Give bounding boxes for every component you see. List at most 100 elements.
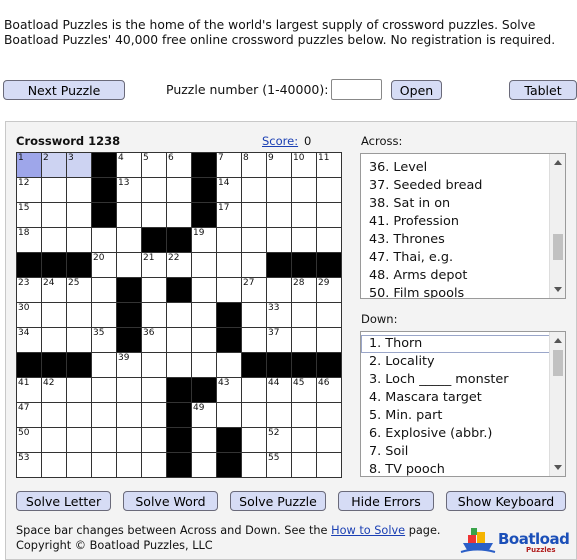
grid-cell[interactable] — [192, 353, 216, 377]
grid-cell[interactable] — [142, 353, 166, 377]
grid-cell[interactable] — [292, 178, 316, 202]
open-button[interactable]: Open — [391, 80, 442, 100]
grid-cell[interactable]: 3 — [67, 153, 91, 177]
grid-cell[interactable] — [42, 228, 66, 252]
grid-cell[interactable] — [317, 403, 341, 427]
grid-cell[interactable] — [192, 278, 216, 302]
grid-cell[interactable] — [42, 453, 66, 477]
grid-cell[interactable] — [42, 328, 66, 352]
show-keyboard-button[interactable]: Show Keyboard — [446, 491, 566, 511]
grid-cell[interactable] — [67, 328, 91, 352]
clue-item[interactable]: 50. Film spools — [361, 285, 565, 298]
grid-cell[interactable]: 43 — [217, 378, 241, 402]
grid-cell[interactable] — [292, 328, 316, 352]
grid-cell[interactable] — [267, 278, 291, 302]
grid-cell[interactable]: 6 — [167, 153, 191, 177]
grid-cell[interactable]: 8 — [242, 153, 266, 177]
grid-cell[interactable] — [117, 203, 141, 227]
clue-item[interactable]: 41. Profession — [361, 213, 565, 231]
grid-cell[interactable]: 2 — [42, 153, 66, 177]
grid-cell[interactable] — [217, 253, 241, 277]
grid-cell[interactable]: 35 — [92, 328, 116, 352]
grid-cell[interactable]: 28 — [292, 278, 316, 302]
grid-cell[interactable] — [317, 428, 341, 452]
clue-item[interactable]: 37. Seeded bread — [361, 177, 565, 195]
clue-item[interactable]: 6. Explosive (abbr.) — [361, 425, 565, 443]
solve-puzzle-button[interactable]: Solve Puzzle — [230, 491, 326, 511]
grid-cell[interactable] — [242, 403, 266, 427]
clue-item[interactable]: 3. Loch _____ monster — [361, 371, 565, 389]
across-scrollbar[interactable] — [549, 154, 565, 298]
grid-cell[interactable] — [142, 303, 166, 327]
how-to-solve-link[interactable]: How to Solve — [331, 524, 405, 537]
grid-cell[interactable] — [317, 203, 341, 227]
grid-cell[interactable] — [242, 328, 266, 352]
grid-cell[interactable] — [142, 403, 166, 427]
grid-cell[interactable] — [67, 178, 91, 202]
scroll-down-icon[interactable] — [554, 287, 562, 292]
clue-item[interactable]: 36. Level — [361, 159, 565, 177]
grid-cell[interactable]: 24 — [42, 278, 66, 302]
grid-cell[interactable]: 53 — [17, 453, 41, 477]
grid-cell[interactable]: 11 — [317, 153, 341, 177]
grid-cell[interactable]: 14 — [217, 178, 241, 202]
grid-cell[interactable] — [67, 428, 91, 452]
grid-cell[interactable]: 13 — [117, 178, 141, 202]
grid-cell[interactable] — [167, 353, 191, 377]
scroll-thumb[interactable] — [553, 350, 563, 376]
grid-cell[interactable] — [192, 453, 216, 477]
grid-cell[interactable] — [217, 228, 241, 252]
grid-cell[interactable] — [92, 303, 116, 327]
grid-cell[interactable] — [317, 453, 341, 477]
grid-cell[interactable] — [217, 353, 241, 377]
clue-item[interactable]: 1. Thorn — [361, 335, 565, 353]
grid-cell[interactable] — [142, 428, 166, 452]
grid-cell[interactable] — [192, 253, 216, 277]
grid-cell[interactable]: 55 — [267, 453, 291, 477]
grid-cell[interactable]: 9 — [267, 153, 291, 177]
grid-cell[interactable] — [67, 403, 91, 427]
across-clue-list[interactable]: 36. Level 37. Seeded bread 38. Sat in on 41… — [360, 153, 566, 299]
grid-cell[interactable] — [167, 328, 191, 352]
grid-cell[interactable] — [242, 303, 266, 327]
grid-cell[interactable] — [92, 403, 116, 427]
grid-cell[interactable]: 42 — [42, 378, 66, 402]
grid-cell[interactable] — [142, 453, 166, 477]
grid-cell[interactable] — [142, 203, 166, 227]
grid-cell[interactable] — [292, 453, 316, 477]
grid-cell[interactable] — [167, 303, 191, 327]
grid-cell[interactable] — [92, 228, 116, 252]
grid-cell[interactable]: 22 — [167, 253, 191, 277]
next-puzzle-button[interactable]: Next Puzzle — [3, 80, 125, 100]
grid-cell[interactable] — [217, 403, 241, 427]
grid-cell[interactable]: 33 — [267, 303, 291, 327]
clue-item[interactable]: 7. Soil — [361, 443, 565, 461]
grid-cell[interactable] — [117, 453, 141, 477]
grid-cell[interactable] — [92, 278, 116, 302]
grid-cell[interactable]: 50 — [17, 428, 41, 452]
grid-cell[interactable] — [92, 428, 116, 452]
grid-cell[interactable]: 29 — [317, 278, 341, 302]
grid-cell[interactable] — [42, 403, 66, 427]
grid-cell[interactable]: 52 — [267, 428, 291, 452]
grid-cell[interactable] — [267, 178, 291, 202]
scroll-down-icon[interactable] — [554, 465, 562, 470]
grid-cell[interactable]: 49 — [192, 403, 216, 427]
grid-cell[interactable]: 10 — [292, 153, 316, 177]
grid-cell[interactable]: 17 — [217, 203, 241, 227]
grid-cell[interactable]: 5 — [142, 153, 166, 177]
grid-cell[interactable] — [92, 353, 116, 377]
grid-cell[interactable] — [192, 303, 216, 327]
clue-item[interactable]: 48. Arms depot — [361, 267, 565, 285]
grid-cell[interactable] — [292, 403, 316, 427]
grid-cell[interactable]: 1 — [17, 153, 41, 177]
grid-cell[interactable]: 20 — [92, 253, 116, 277]
grid-cell[interactable]: 34 — [17, 328, 41, 352]
grid-cell[interactable] — [317, 228, 341, 252]
grid-cell[interactable] — [292, 428, 316, 452]
grid-cell[interactable]: 37 — [267, 328, 291, 352]
grid-cell[interactable] — [117, 403, 141, 427]
grid-cell[interactable]: 36 — [142, 328, 166, 352]
grid-cell[interactable] — [267, 228, 291, 252]
grid-cell[interactable]: 30 — [17, 303, 41, 327]
